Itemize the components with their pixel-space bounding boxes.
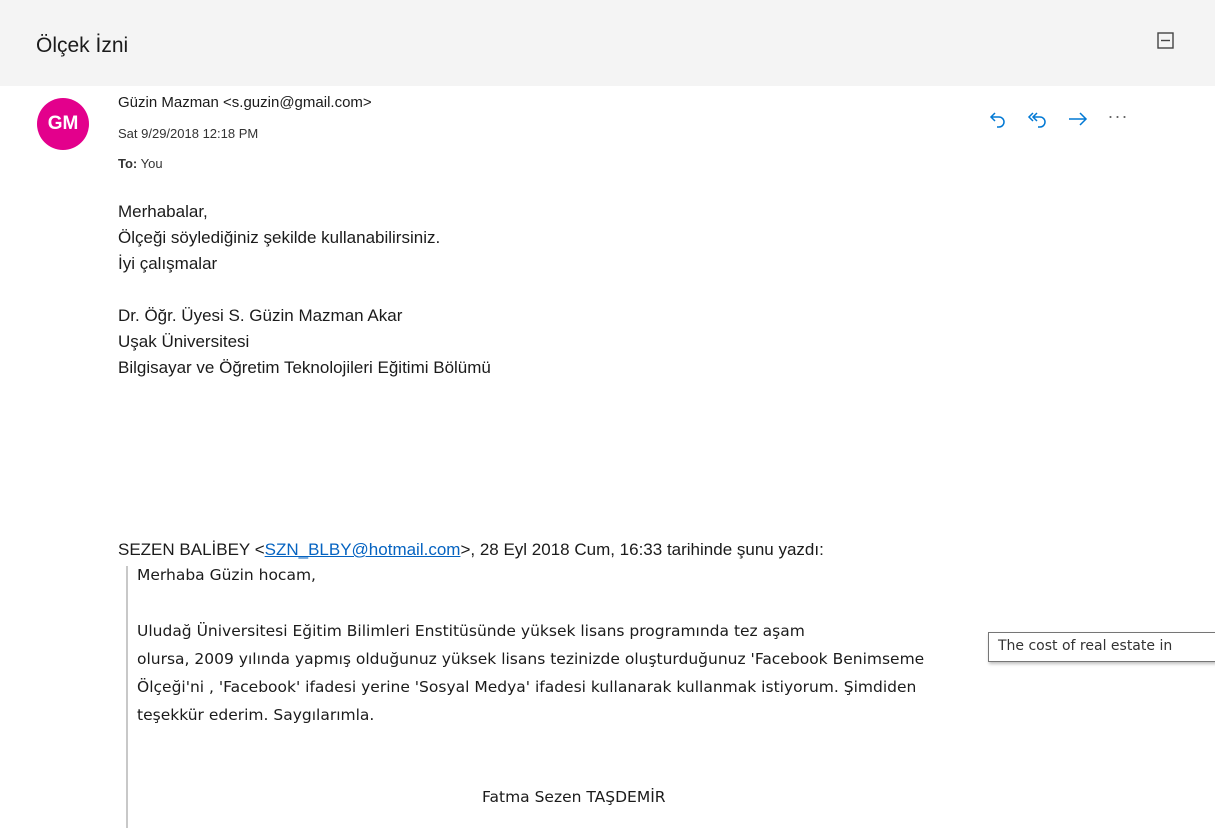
quote-signature: Fatma Sezen TAŞDEMİR [482, 788, 666, 806]
tooltip: The cost of real estate in [988, 632, 1215, 662]
body-line: Bilgisayar ve Öğretim Teknolojileri Eğit… [118, 358, 491, 377]
quote-paragraph-line: teşekkür ederim. Saygılarımla. [137, 706, 375, 724]
quote-bar [126, 566, 128, 828]
reply-all-button[interactable] [1018, 104, 1058, 134]
quote-paragraph-line: Ölçeği'ni , 'Facebook' ifadesi yerine 'S… [137, 678, 917, 696]
forward-button[interactable] [1058, 104, 1098, 134]
message-subject: Ölçek İzni [36, 34, 129, 57]
top-strip [0, 0, 1215, 12]
quote-email-link[interactable]: SZN_BLBY@hotmail.com [265, 540, 461, 559]
more-icon: ··· [1107, 105, 1129, 126]
sender-avatar: GM [37, 98, 89, 150]
quote-header-suffix: >, 28 Eyl 2018 Cum, 16:33 tarihinde şunu… [460, 540, 824, 559]
reading-pane-header [0, 12, 1215, 86]
message-body: Merhabalar, Ölçeği söylediğiniz şekilde … [118, 199, 491, 381]
body-line: Dr. Öğr. Üyesi S. Güzin Mazman Akar [118, 306, 403, 325]
quote-header-prefix: SEZEN BALİBEY < [118, 540, 265, 559]
body-line [118, 277, 491, 303]
body-line: Merhabalar, [118, 202, 208, 221]
forward-icon [1069, 112, 1088, 126]
recipient-value[interactable]: You [141, 156, 163, 171]
quote-paragraph-line: Uludağ Üniversitesi Eğitim Bilimleri Ens… [137, 622, 805, 640]
sender-name[interactable]: Güzin Mazman <s.guzin@gmail.com> [118, 94, 372, 111]
recipient-line: To: You [118, 156, 163, 171]
body-line: İyi çalışmalar [118, 254, 218, 273]
body-line: Uşak Üniversitesi [118, 332, 250, 351]
more-actions-button[interactable]: ··· [1098, 104, 1138, 134]
reply-all-icon [1027, 112, 1046, 128]
collapse-icon [1157, 32, 1174, 49]
quote-paragraph-line: olursa, 2009 yılında yapmış olduğunuz yü… [137, 650, 925, 668]
message-date: Sat 9/29/2018 12:18 PM [118, 126, 259, 141]
reply-button[interactable] [978, 104, 1018, 134]
body-line: Ölçeği söylediğiniz şekilde kullanabilir… [118, 228, 441, 247]
quote-greeting: Merhaba Güzin hocam, [137, 566, 316, 584]
collapse-button[interactable] [1154, 30, 1178, 52]
reply-icon [989, 112, 1005, 128]
to-label: To: [118, 156, 138, 171]
quote-header: SEZEN BALİBEY <SZN_BLBY@hotmail.com>, 28… [118, 540, 824, 560]
message-actions: ··· [978, 104, 1138, 134]
